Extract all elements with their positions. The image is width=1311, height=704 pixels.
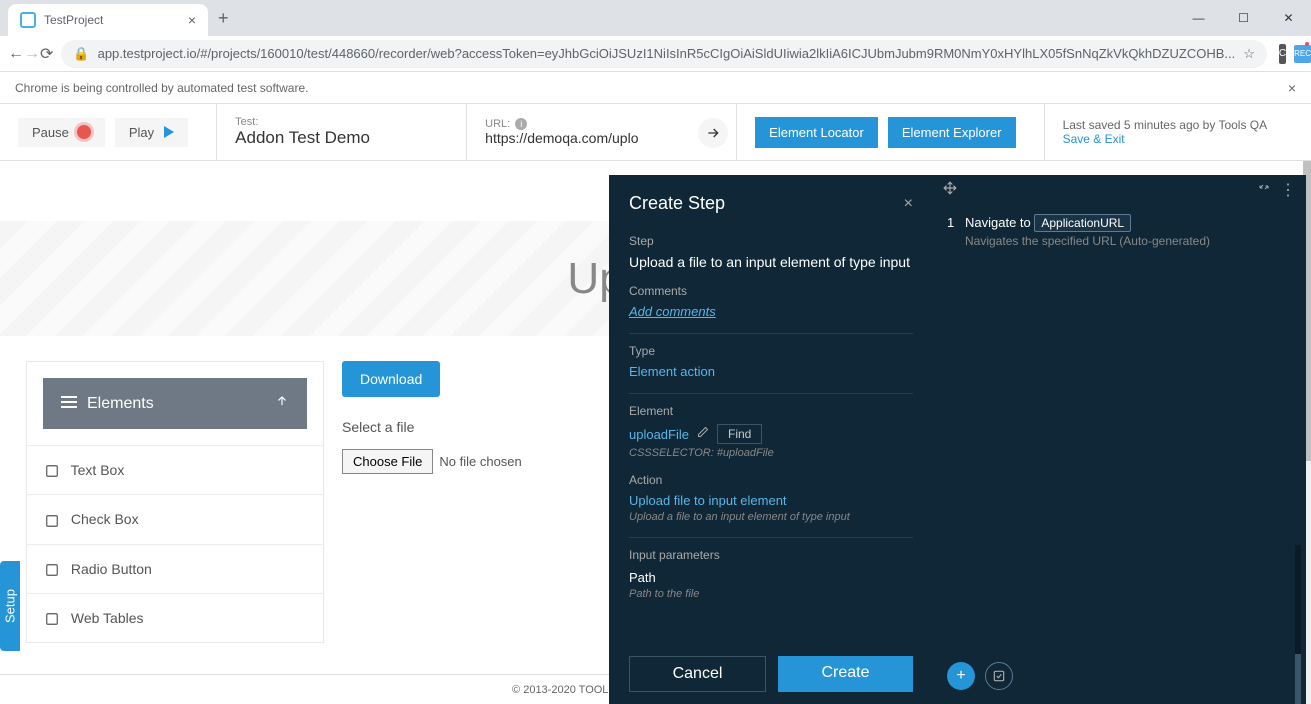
choose-file-button[interactable]: Choose File [342, 449, 433, 474]
add-comments-link[interactable]: Add comments [629, 304, 913, 319]
browser-nav-bar: ← → ⟳ 🔒 app.testproject.io/#/projects/16… [0, 36, 1311, 72]
bookmark-star-icon[interactable]: ☆ [1243, 46, 1255, 62]
tab-close-icon[interactable]: × [188, 12, 196, 28]
type-value[interactable]: Element action [629, 364, 913, 379]
test-label: Test: [235, 116, 258, 128]
test-name: Addon Test Demo [235, 128, 370, 148]
input-params-label: Input parameters [629, 548, 913, 562]
download-button[interactable]: Download [342, 361, 440, 397]
sidebar-card: Elements Text Box Check Box Radio Button… [26, 361, 324, 643]
tab-title: TestProject [44, 13, 103, 27]
step-row[interactable]: 1 Navigate to ApplicationURL Navigates t… [933, 205, 1306, 258]
reload-icon[interactable]: ⟳ [40, 40, 53, 68]
recorder-toolbar: Pause Play Test: Addon Test Demo URL: i … [0, 104, 1311, 161]
url-section: URL: i https://demoqa.com/uplo [467, 104, 737, 160]
elements-header[interactable]: Elements [43, 378, 307, 429]
step-parameter-badge: ApplicationURL [1034, 214, 1131, 232]
element-name-link[interactable]: uploadFile [629, 427, 689, 442]
extension-c-icon[interactable]: C [1279, 44, 1286, 64]
info-close-icon[interactable]: × [1288, 80, 1296, 96]
action-desc: Upload a file to an input element of typ… [629, 511, 913, 523]
create-button[interactable]: Create [778, 656, 913, 692]
last-saved-text: Last saved 5 minutes ago by Tools QA [1063, 118, 1268, 132]
back-icon[interactable]: ← [8, 40, 24, 68]
browser-tabs-bar: TestProject × + — ☐ ✕ [0, 0, 1311, 36]
create-step-title: Create Step [629, 193, 725, 214]
save-exit-link[interactable]: Save & Exit [1063, 132, 1268, 146]
maximize-icon[interactable]: ☐ [1221, 0, 1266, 36]
no-file-text: No file chosen [439, 454, 521, 469]
element-label: Element [629, 404, 913, 418]
new-tab-icon[interactable]: + [218, 8, 229, 29]
window-controls: — ☐ ✕ [1176, 0, 1311, 36]
element-locator-button[interactable]: Element Locator [755, 117, 878, 148]
play-button[interactable]: Play [115, 118, 188, 147]
test-name-section: Test: Addon Test Demo [217, 104, 467, 160]
menu-item-check-box[interactable]: Check Box [27, 494, 323, 543]
menu-item-radio-button[interactable]: Radio Button [27, 544, 323, 593]
url-text: app.testproject.io/#/projects/160010/tes… [98, 46, 1236, 61]
comments-label: Comments [629, 284, 913, 298]
select-file-label: Select a file [342, 419, 522, 435]
automation-info-bar: Chrome is being controlled by automated … [0, 72, 1311, 104]
minimize-icon[interactable]: — [1176, 0, 1221, 36]
path-desc: Path to the file [629, 588, 913, 600]
action-label: Action [629, 473, 913, 487]
elements-header-label: Elements [87, 395, 154, 413]
edit-element-icon[interactable] [697, 425, 709, 443]
menu-bars-icon [61, 395, 77, 413]
close-panel-icon[interactable]: × [904, 195, 913, 213]
element-selector: CSSSELECTOR: #uploadFile [629, 447, 913, 459]
url-info-icon[interactable]: i [515, 118, 527, 130]
extension-rec-icon[interactable]: REC [1294, 45, 1311, 63]
move-panel-icon[interactable] [943, 181, 957, 200]
close-window-icon[interactable]: ✕ [1266, 0, 1311, 36]
url-value: https://demoqa.com/uplo [485, 130, 638, 146]
step-field-value: Upload a file to an input element of typ… [629, 254, 913, 270]
cancel-button[interactable]: Cancel [629, 656, 766, 692]
collapse-panel-icon[interactable] [1258, 180, 1270, 200]
add-step-button[interactable]: + [947, 662, 975, 690]
url-label: URL: [485, 118, 510, 130]
browser-tab[interactable]: TestProject × [8, 4, 208, 36]
create-step-panel: Create Step × Step Upload a file to an i… [609, 175, 933, 704]
collapse-icon[interactable] [275, 394, 289, 413]
step-description: Navigates the specified URL (Auto-genera… [965, 234, 1292, 248]
pause-button[interactable]: Pause [18, 118, 105, 147]
lock-icon: 🔒 [73, 46, 89, 62]
play-triangle-icon [164, 126, 174, 138]
validate-step-button[interactable] [985, 662, 1013, 690]
save-section: Last saved 5 minutes ago by Tools QA Sav… [1045, 104, 1286, 160]
steps-scrollbar-thumb[interactable] [1295, 654, 1301, 704]
address-bar[interactable]: 🔒 app.testproject.io/#/projects/160010/t… [61, 40, 1266, 68]
setup-tab[interactable]: Setup [0, 561, 20, 651]
menu-item-web-tables[interactable]: Web Tables [27, 593, 323, 642]
menu-item-text-box[interactable]: Text Box [27, 445, 323, 494]
forward-icon[interactable]: → [24, 40, 40, 68]
path-label: Path [629, 570, 913, 585]
element-explorer-button[interactable]: Element Explorer [888, 117, 1016, 148]
tab-favicon-icon [20, 12, 36, 28]
record-indicator-icon [77, 125, 91, 139]
navigate-go-button[interactable] [698, 118, 728, 148]
step-number: 1 [947, 215, 965, 248]
action-value[interactable]: Upload file to input element [629, 493, 913, 508]
find-element-button[interactable]: Find [717, 424, 762, 444]
type-label: Type [629, 344, 913, 358]
automation-message: Chrome is being controlled by automated … [15, 81, 308, 95]
main-area: Download Select a file Choose File No fi… [342, 361, 522, 474]
steps-menu-icon[interactable]: ⋮ [1280, 180, 1296, 200]
step-title: Navigate to ApplicationURL [965, 215, 1292, 230]
steps-scrollbar[interactable] [1295, 545, 1301, 704]
steps-panel: ⋮ 1 Navigate to ApplicationURL Navigates… [933, 175, 1306, 704]
step-field-label: Step [629, 234, 913, 248]
